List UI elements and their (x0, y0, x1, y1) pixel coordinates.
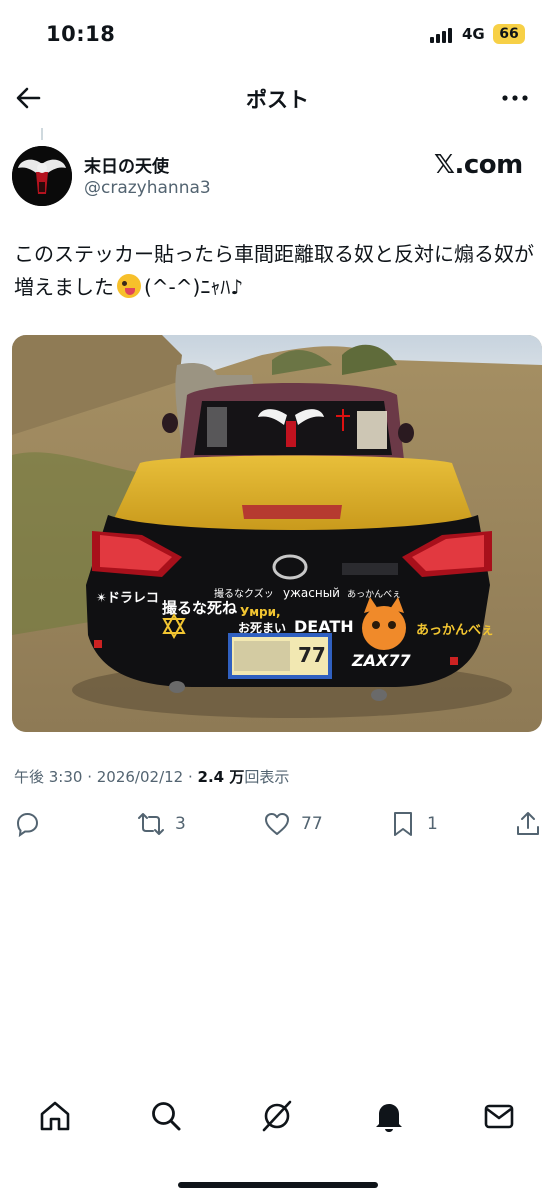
author-handle[interactable]: @crazyhanna3 (84, 178, 211, 198)
sticker-uzhasny: ужасный (283, 586, 340, 600)
battery-icon: 66 (493, 24, 525, 44)
more-dots-icon[interactable] (500, 86, 530, 110)
sticker-akkanbee-small: あっかんべぇ (347, 590, 402, 600)
search-icon[interactable] (148, 1098, 184, 1134)
views-label: 回表示 (244, 768, 290, 786)
repost-button[interactable]: 3 (137, 808, 186, 840)
tweet-actions: 3 77 1 (0, 808, 555, 840)
bookmark-icon (394, 812, 412, 836)
notifications-icon[interactable] (371, 1098, 407, 1134)
grok-icon[interactable] (259, 1098, 295, 1134)
license-plate-number: 77 (298, 643, 326, 667)
like-button[interactable]: 77 (263, 808, 323, 840)
sticker-top-strip: 撮るなクズッ ужасный あっかんべぇ (214, 585, 401, 600)
sticker-omaemashi: お死まい (238, 621, 287, 635)
sticker-zax: ZAX77 (352, 651, 411, 670)
share-icon (517, 812, 539, 835)
bookmark-count: 1 (427, 814, 438, 834)
thread-line (41, 128, 43, 140)
home-icon[interactable] (37, 1098, 73, 1134)
tweet-text: このステッカー貼ったら車間距離取る奴と反対に煽る奴が増えました (^-^)ﾆｬﾊ♪ (14, 238, 544, 304)
tweet-timestamp[interactable]: 午後 3:30 · 2026/02/12 · (14, 768, 198, 786)
views-count: 2.4 万 (197, 768, 245, 786)
status-bar: 10:18 4G 66 (0, 0, 555, 70)
page-title: ポスト (246, 88, 309, 112)
tweet-meta: 午後 3:30 · 2026/02/12 · 2.4 万回表示 (14, 766, 289, 787)
sticker-doraleco: ✴ドラレコ (96, 591, 159, 606)
network-label: 4G (462, 25, 485, 43)
sticker-akkanbee: あっかんべぇ (416, 623, 495, 638)
repost-icon (138, 813, 164, 835)
bottom-nav (0, 1092, 555, 1142)
tweet-text-main: このステッカー貼ったら車間距離取る奴と反対に煽る奴が増えました (14, 242, 534, 299)
sticker-torunashine: 撮るな死ね (162, 599, 238, 617)
reply-button[interactable] (13, 808, 51, 840)
status-time: 10:18 (46, 22, 116, 46)
bookmark-button[interactable]: 1 (389, 808, 438, 840)
home-indicator (178, 1182, 378, 1188)
author-display-name[interactable]: 末日の天使 (84, 152, 169, 177)
like-count: 77 (301, 814, 323, 834)
x-logo-label: 𝕏.com (434, 150, 523, 180)
tweet-text-suffix: (^-^)ﾆｬﾊ♪ (144, 275, 244, 299)
post-header: ポスト (0, 74, 555, 122)
repost-count: 3 (175, 814, 186, 834)
share-button[interactable] (514, 808, 542, 840)
reply-icon (16, 812, 39, 838)
heart-icon (265, 813, 289, 835)
sticker-umri: Умри, (240, 605, 281, 619)
avatar[interactable] (12, 146, 72, 206)
messages-icon[interactable] (481, 1098, 517, 1134)
sticker-death: DEATH (294, 617, 354, 636)
signal-icon (430, 27, 456, 43)
tweet-photo[interactable]: 撮るなクズッ ужасный あっかんべぇ ✴ドラレコ 撮るな死ね Умри, … (12, 335, 542, 732)
winking-face-emoji-icon (117, 274, 141, 298)
